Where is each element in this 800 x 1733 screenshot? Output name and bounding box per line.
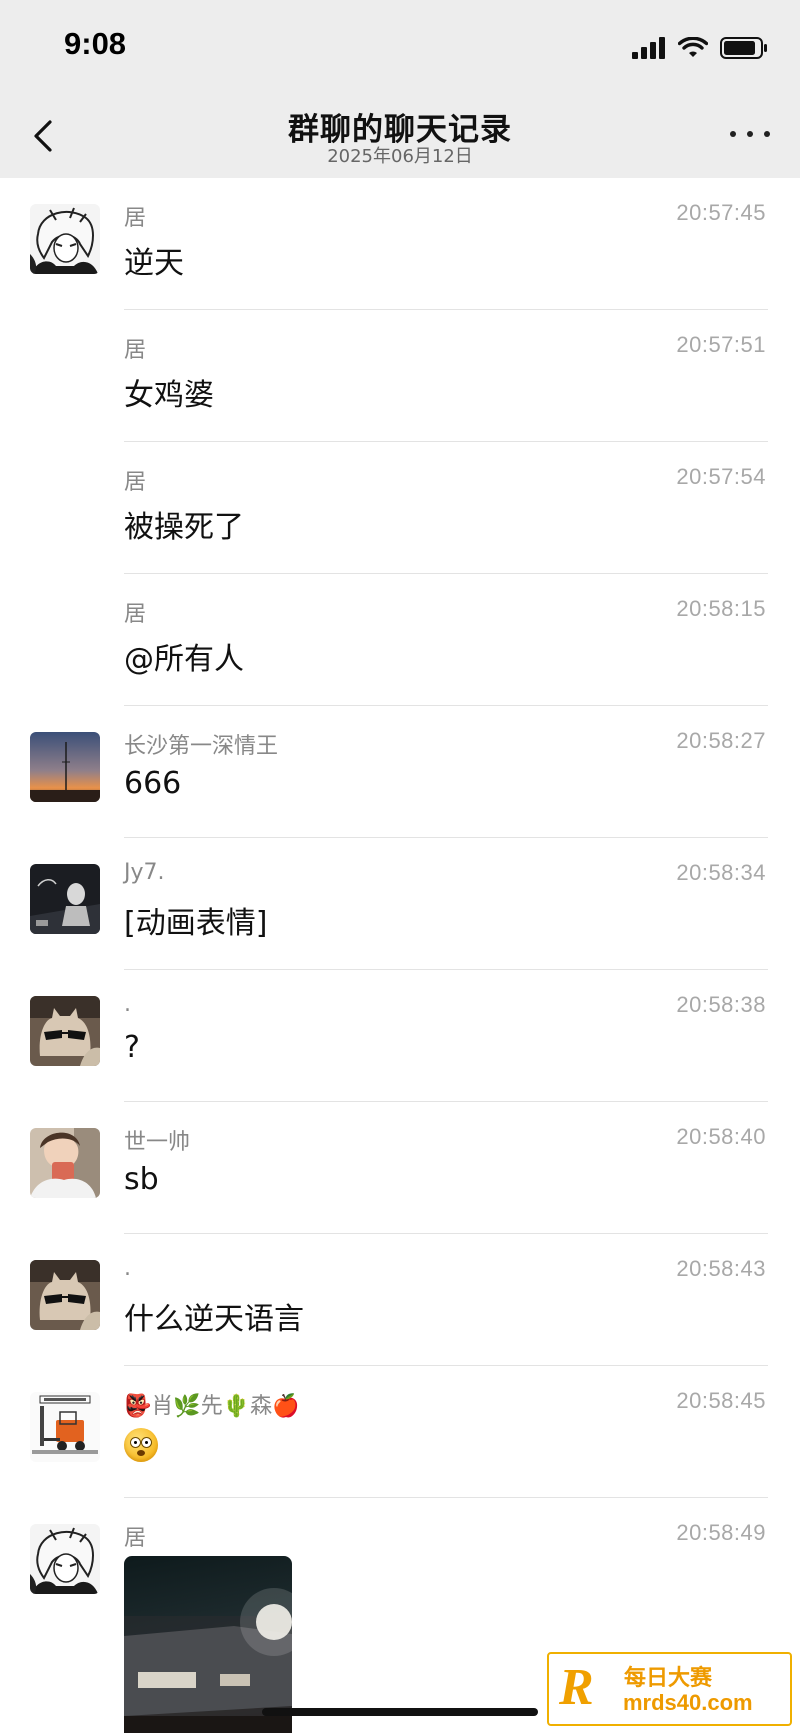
message-time: 20:58:27 bbox=[676, 728, 766, 753]
sender-name: 👺肖🌿先🌵森🍎 bbox=[124, 1394, 300, 1419]
message-time: 20:58:15 bbox=[676, 596, 766, 621]
sender-name: . bbox=[124, 992, 131, 1017]
message-text: sb bbox=[124, 1162, 159, 1197]
chat-message[interactable]: . 20:58:38 ? bbox=[0, 970, 800, 1102]
more-button[interactable] bbox=[730, 122, 770, 146]
sender-name: 居 bbox=[124, 206, 147, 231]
astonished-face-icon bbox=[124, 1428, 158, 1462]
chat-message[interactable]: 👺肖🌿先🌵森🍎 20:58:45 bbox=[0, 1366, 800, 1498]
more-dot-icon bbox=[764, 131, 770, 137]
sender-name: 长沙第一深情王 bbox=[124, 734, 279, 759]
message-time: 20:58:49 bbox=[676, 1520, 766, 1545]
sender-name: Jy7. bbox=[124, 860, 165, 885]
sender-name: 居 bbox=[124, 470, 147, 495]
avatar[interactable] bbox=[30, 1392, 100, 1462]
image-message[interactable] bbox=[124, 1556, 292, 1733]
message-time: 20:57:54 bbox=[676, 464, 766, 489]
message-text: [动画表情] bbox=[124, 906, 268, 941]
message-text: 被操死了 bbox=[124, 510, 244, 545]
avatar[interactable] bbox=[30, 996, 100, 1066]
message-time: 20:58:43 bbox=[676, 1256, 766, 1281]
chat-message[interactable]: 居 20:57:45 逆天 bbox=[0, 178, 800, 310]
watermark-url: mrds40.com bbox=[623, 1690, 753, 1715]
avatar[interactable] bbox=[30, 204, 100, 274]
watermark-logo: R 每日大赛 mrds40.com bbox=[547, 1652, 792, 1726]
message-text: 女鸡婆 bbox=[124, 378, 214, 413]
sender-name: 居 bbox=[124, 602, 147, 627]
chat-message[interactable]: 长沙第一深情王 20:58:27 666 bbox=[0, 706, 800, 838]
avatar[interactable] bbox=[30, 732, 100, 802]
message-time: 20:58:34 bbox=[676, 860, 766, 885]
sender-name: . bbox=[124, 1256, 131, 1281]
avatar[interactable] bbox=[30, 1260, 100, 1330]
battery-icon bbox=[720, 37, 767, 59]
chat-message[interactable]: 世一帅 20:58:40 sb bbox=[0, 1102, 800, 1234]
home-indicator[interactable] bbox=[262, 1708, 538, 1716]
more-dot-icon bbox=[747, 131, 753, 137]
chat-message[interactable]: Jy7. 20:58:34 [动画表情] bbox=[0, 838, 800, 970]
avatar[interactable] bbox=[30, 1524, 100, 1594]
cellular-signal-icon bbox=[632, 37, 665, 59]
more-dot-icon bbox=[730, 131, 736, 137]
message-time: 20:57:45 bbox=[676, 200, 766, 225]
message-time: 20:58:38 bbox=[676, 992, 766, 1017]
night-street-photo-icon bbox=[124, 1588, 292, 1733]
sender-name: 居 bbox=[124, 338, 147, 363]
anime-girl-avatar-icon bbox=[30, 204, 100, 274]
chat-message[interactable]: 居 20:58:15 @所有人 bbox=[0, 574, 800, 706]
avatar[interactable] bbox=[30, 1128, 100, 1198]
message-text: 666 bbox=[124, 766, 182, 801]
cat-sunglasses-avatar-icon bbox=[30, 996, 100, 1066]
page-date: 2025年06月12日 bbox=[327, 146, 473, 167]
sender-name: 世一帅 bbox=[124, 1130, 191, 1155]
chat-message[interactable]: . 20:58:43 什么逆天语言 bbox=[0, 1234, 800, 1366]
message-text: 什么逆天语言 bbox=[124, 1302, 304, 1337]
chat-message[interactable]: 居 20:57:51 女鸡婆 bbox=[0, 310, 800, 442]
wifi-icon bbox=[678, 37, 708, 57]
message-time: 20:58:40 bbox=[676, 1124, 766, 1149]
anime-girl-avatar-icon bbox=[30, 1524, 100, 1594]
boy-selfie-avatar-icon bbox=[30, 1128, 100, 1198]
sunset-avatar-icon bbox=[30, 732, 100, 802]
status-icons bbox=[632, 34, 768, 62]
chat-message[interactable]: 居 20:58:49 bbox=[0, 1498, 800, 1630]
message-time: 20:57:51 bbox=[676, 332, 766, 357]
watermark-letter: R bbox=[559, 1659, 594, 1716]
watermark-title: 每日大赛 bbox=[624, 1666, 713, 1691]
sender-name: 居 bbox=[124, 1526, 147, 1551]
message-text: ? bbox=[124, 1030, 140, 1065]
avatar[interactable] bbox=[30, 864, 100, 934]
message-time: 20:58:45 bbox=[676, 1388, 766, 1413]
status-time: 9:08 bbox=[64, 26, 127, 61]
dark-photo-avatar-icon bbox=[30, 864, 100, 934]
cat-sunglasses-avatar-icon bbox=[30, 1260, 100, 1330]
forklift-avatar-icon bbox=[30, 1392, 100, 1462]
message-text: @所有人 bbox=[124, 642, 244, 677]
navigation-bar: 9:08 群聊的聊天记录 2025年06月12日 bbox=[0, 0, 800, 178]
chat-message[interactable]: 居 20:57:54 被操死了 bbox=[0, 442, 800, 574]
message-text: 逆天 bbox=[124, 246, 184, 281]
